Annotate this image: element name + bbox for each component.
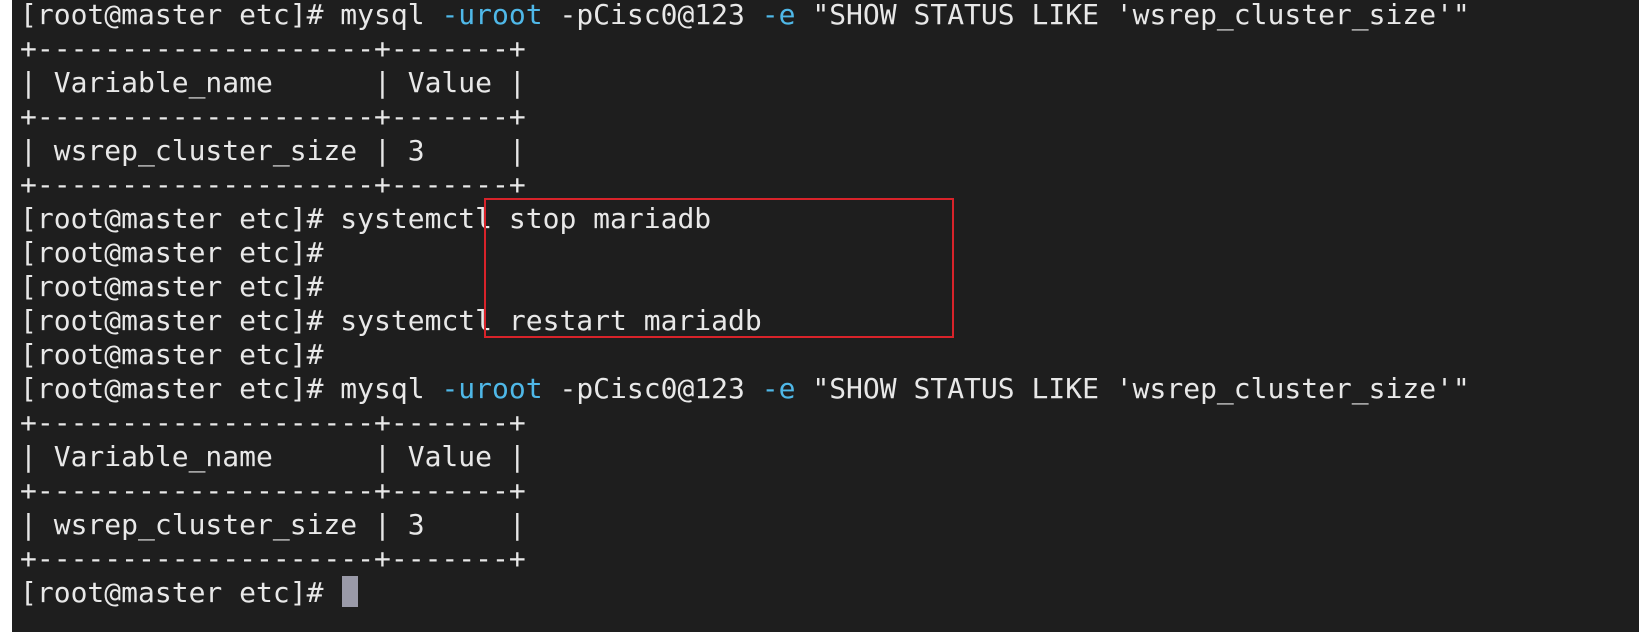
table-border: +--------------------+-------+ (20, 406, 526, 439)
terminal-line-current-prompt[interactable]: [root@master etc]# (20, 576, 1470, 610)
terminal-line-systemctl-restart: [root@master etc]# systemctl restart mar… (20, 304, 1470, 338)
command-option: -uroot (441, 0, 543, 31)
table-border: +--------------------+-------+ (20, 32, 526, 65)
terminal-line-empty-prompt: [root@master etc]# (20, 270, 1470, 304)
shell-prompt: [root@master etc]# (20, 576, 324, 609)
command-option: -e (761, 0, 796, 31)
command-name: mysql (340, 372, 425, 405)
table-header-row: | Variable_name | Value | (20, 66, 526, 99)
shell-prompt: [root@master etc]# (20, 304, 324, 337)
terminal-line-mysql-command: [root@master etc]# mysql -uroot -pCisc0@… (20, 0, 1470, 32)
command-option: -uroot (441, 372, 543, 405)
shell-prompt: [root@master etc]# (20, 338, 324, 371)
terminal-line-empty-prompt: [root@master etc]# (20, 338, 1470, 372)
table-header-row: | Variable_name | Value | (20, 440, 526, 473)
table-row: | wsrep_cluster_size | 3 | (20, 134, 526, 167)
shell-prompt: [root@master etc]# (20, 372, 324, 405)
table-border: +--------------------+-------+ (20, 168, 526, 201)
table-border: +--------------------+-------+ (20, 100, 526, 133)
command-string: "SHOW STATUS LIKE 'wsrep_cluster_size'" (812, 0, 1470, 31)
table-row: | wsrep_cluster_size | 3 | (20, 508, 526, 541)
command-option: -e (761, 372, 796, 405)
terminal-window[interactable]: [root@master etc]# mysql -uroot -pCisc0@… (12, 0, 1639, 632)
command-argument: -pCisc0@123 (559, 372, 745, 405)
shell-prompt: [root@master etc]# (20, 236, 324, 269)
terminal-line-mysql-command: [root@master etc]# mysql -uroot -pCisc0@… (20, 372, 1470, 406)
text-cursor[interactable] (342, 576, 359, 607)
table-border: +--------------------+-------+ (20, 474, 526, 507)
command-name: mysql (340, 0, 425, 31)
shell-prompt: [root@master etc]# (20, 270, 324, 303)
command-name: systemctl (340, 202, 493, 235)
command-string: "SHOW STATUS LIKE 'wsrep_cluster_size'" (812, 372, 1470, 405)
command-argument: -pCisc0@123 (559, 0, 745, 31)
terminal-line-systemctl-stop: [root@master etc]# systemctl stop mariad… (20, 202, 1470, 236)
command-argument: restart mariadb (508, 304, 762, 337)
command-argument: stop mariadb (508, 202, 712, 235)
shell-prompt: [root@master etc]# (20, 202, 324, 235)
shell-prompt: [root@master etc]# (20, 0, 324, 31)
table-border: +--------------------+-------+ (20, 542, 526, 575)
command-name: systemctl (340, 304, 493, 337)
terminal-output: [root@master etc]# mysql -uroot -pCisc0@… (20, 0, 1470, 610)
terminal-line-empty-prompt: [root@master etc]# (20, 236, 1470, 270)
